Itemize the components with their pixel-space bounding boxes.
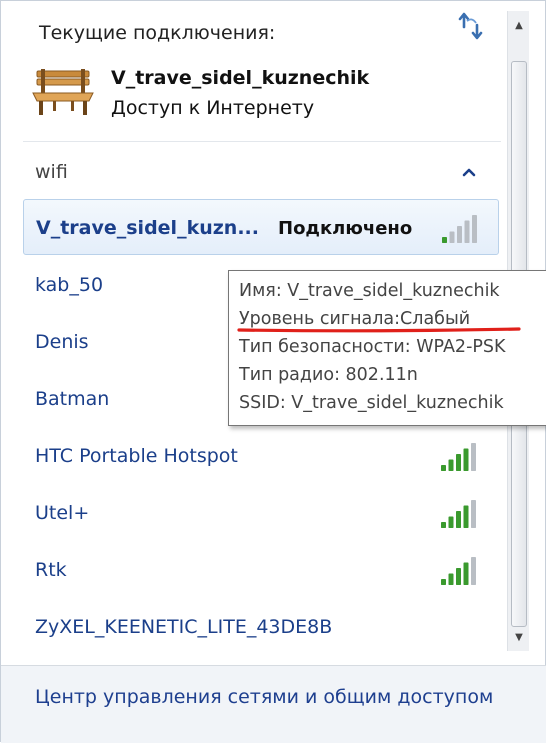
network-name: HTC Portable Hotspot	[35, 445, 238, 467]
bench-icon	[32, 69, 94, 115]
section-divider	[23, 141, 501, 142]
tooltip-ssid: SSID: V_trave_sidel_kuznechik	[239, 393, 504, 413]
network-name: Utel+	[35, 502, 90, 524]
network-name: Batman	[35, 388, 110, 410]
scroll-up-icon[interactable]: ▲	[508, 13, 530, 37]
wifi-signal-icon	[441, 443, 476, 471]
network-item[interactable]: V_trave_sidel_kuzn... Подключено	[23, 199, 499, 255]
network-center-link[interactable]: Центр управления сетями и общим доступом	[35, 686, 493, 708]
tooltip-radio-type: Тип радио: 802.11n	[239, 365, 418, 385]
wifi-signal-icon	[442, 215, 477, 243]
network-name: ZyXEL_KEENETIC_LITE_43DE8B	[35, 616, 333, 638]
current-connection-status: Доступ к Интернету	[111, 97, 315, 119]
network-name: kab_50	[35, 274, 104, 296]
scroll-down-icon[interactable]: ▼	[508, 625, 530, 649]
wifi-signal-icon	[441, 557, 476, 585]
network-item[interactable]: Rtk	[23, 542, 499, 598]
network-item[interactable]: HTC Portable Hotspot	[23, 428, 499, 484]
network-name: V_trave_sidel_kuzn...	[36, 217, 259, 239]
footer: Центр управления сетями и общим доступом	[1, 666, 546, 743]
current-connection: V_trave_sidel_kuznechik Доступ к Интерне…	[31, 61, 501, 131]
network-name: Denis	[35, 331, 89, 353]
chevron-up-icon[interactable]	[461, 166, 477, 178]
highlight-underline	[237, 327, 521, 333]
refresh-icon[interactable]	[455, 11, 489, 41]
current-connection-name: V_trave_sidel_kuznechik	[111, 67, 370, 89]
network-flyout: Текущие подключения: V_trave_sidel_kuzne…	[0, 0, 546, 743]
current-connections-title: Текущие подключения:	[39, 22, 276, 44]
network-tooltip: Имя: V_trave_sidel_kuznechik Уровень сиг…	[228, 270, 546, 426]
network-item[interactable]: ZyXEL_KEENETIC_LITE_43DE8B	[23, 599, 499, 655]
network-status: Подключено	[278, 218, 413, 239]
tooltip-security: Тип безопасности: WPA2-PSK	[239, 337, 506, 357]
wifi-group-label[interactable]: wifi	[35, 161, 68, 183]
wifi-signal-icon	[441, 500, 476, 528]
network-name: Rtk	[35, 559, 67, 581]
tooltip-name: Имя: V_trave_sidel_kuznechik	[239, 281, 500, 301]
network-item[interactable]: Utel+	[23, 485, 499, 541]
